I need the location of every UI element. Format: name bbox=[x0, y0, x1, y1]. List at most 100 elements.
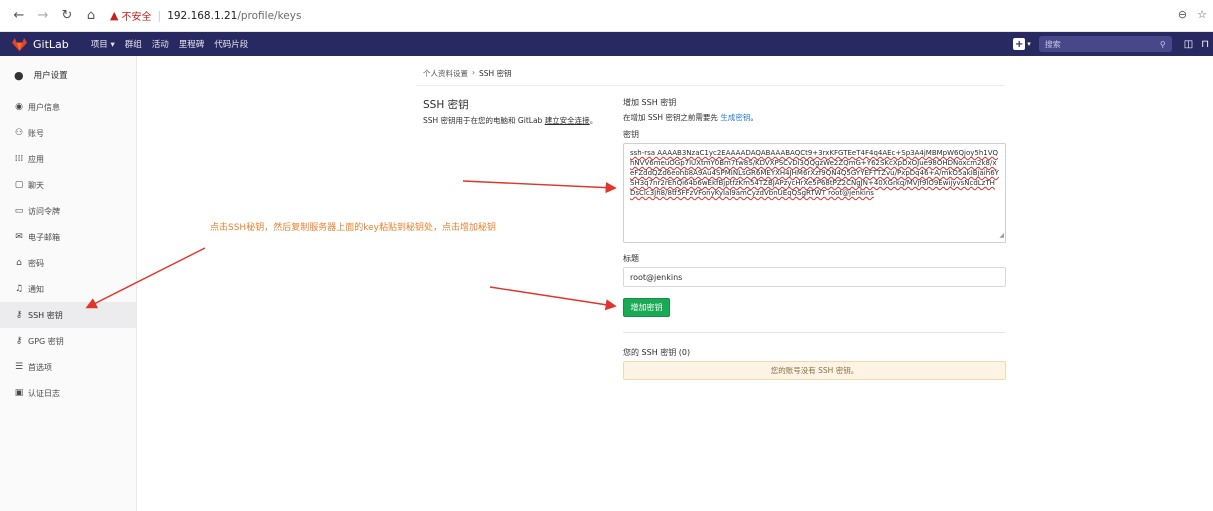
users-icon: ⚇ bbox=[14, 128, 24, 138]
sidebar-item-label: 账号 bbox=[28, 128, 44, 138]
sidebar-item-label: 访问令牌 bbox=[28, 206, 60, 216]
annotation-arrows bbox=[85, 180, 617, 311]
bell-icon: ♫ bbox=[14, 284, 24, 294]
gitlab-fox-icon bbox=[12, 37, 27, 51]
resize-handle-icon[interactable]: ◢ bbox=[999, 231, 1004, 241]
zoom-icon[interactable]: ⊖ bbox=[1178, 8, 1187, 21]
sidebar-item-tokens[interactable]: ▭ 访问令牌 bbox=[0, 198, 136, 224]
page-description: SSH 密钥用于在您的电脑和 GitLab 建立安全连接。 bbox=[423, 115, 605, 126]
title-label: 标题 bbox=[623, 254, 639, 263]
home-icon[interactable]: ⌂ bbox=[80, 5, 102, 27]
sidebar-item-account[interactable]: ⚇ 账号 bbox=[0, 120, 136, 146]
search-placeholder: 搜索 bbox=[1044, 39, 1061, 49]
log-icon: ▣ bbox=[14, 388, 24, 398]
arrow-to-key-field bbox=[462, 180, 617, 194]
merge-request-icon[interactable]: ⊓ bbox=[1201, 39, 1209, 50]
arrow-to-add-button bbox=[489, 286, 617, 311]
sidebar-item-label: 首选项 bbox=[28, 362, 52, 372]
browser-toolbar: ← → ↻ ⌂ ▲ 不安全 | 192.168.1.21/profile/key… bbox=[0, 0, 1213, 32]
desc-prefix: SSH 密钥用于在您的电脑和 GitLab bbox=[423, 116, 545, 125]
forward-arrow-icon[interactable]: → bbox=[32, 5, 54, 27]
user-circle-icon: ◉ bbox=[15, 102, 23, 112]
hint-suffix: 。 bbox=[750, 113, 758, 122]
issues-icon[interactable]: ◫ bbox=[1184, 39, 1193, 50]
bookmark-star-icon[interactable]: ☆ bbox=[1197, 8, 1207, 21]
header-divider bbox=[417, 85, 1005, 86]
warning-icon: ▲ bbox=[110, 9, 119, 22]
page-title: SSH 密钥 bbox=[423, 99, 469, 111]
key-icon: ⚷ bbox=[15, 310, 23, 320]
header-right: + ▾ 搜索 ⚲ ◫ ⊓ bbox=[1013, 32, 1213, 56]
your-keys-heading: 您的 SSH 密钥 (0) bbox=[623, 348, 691, 357]
nav-groups[interactable]: 群组 bbox=[125, 38, 142, 50]
sidebar-item-label: 应用 bbox=[28, 154, 44, 164]
add-key-hint: 在增加 SSH 密钥之前需要先 生成密钥。 bbox=[623, 112, 758, 123]
sidebar-item-notifications[interactable]: ♫ 通知 bbox=[0, 276, 136, 302]
sidebar-context-header: ● 用户设置 bbox=[0, 56, 136, 94]
url-host: 192.168.1.21 bbox=[167, 9, 238, 22]
secure-connection-link[interactable]: 建立安全连接 bbox=[545, 116, 590, 125]
sidebar-item-profile[interactable]: ◉ 用户信息 bbox=[0, 94, 136, 120]
sidebar-item-auth-log[interactable]: ▣ 认证日志 bbox=[0, 380, 136, 406]
key-label: 密钥 bbox=[623, 130, 639, 139]
sidebar-item-gpg-keys[interactable]: ⚷ GPG 密钥 bbox=[0, 328, 136, 354]
breadcrumb: 个人资料设置 › SSH 密钥 bbox=[423, 68, 512, 79]
sidebar-item-label: 聊天 bbox=[28, 180, 44, 190]
sidebar-item-label: 认证日志 bbox=[28, 388, 60, 398]
title-input[interactable]: root@jenkins bbox=[623, 267, 1006, 287]
key-value: ssh-rsa AAAAB3NzaC1yc2EAAAADAQABAAABAQCt… bbox=[630, 149, 999, 197]
hint-prefix: 在增加 SSH 密钥之前需要先 bbox=[623, 113, 721, 122]
nav-milestones[interactable]: 里程碑 bbox=[179, 38, 205, 50]
token-icon: ▭ bbox=[14, 206, 24, 216]
sidebar-item-label: SSH 密钥 bbox=[28, 310, 63, 320]
key-icon: ⚷ bbox=[15, 336, 23, 346]
gitlab-brand: GitLab bbox=[33, 37, 69, 51]
address-bar[interactable]: ▲ 不安全 | 192.168.1.21/profile/keys bbox=[110, 5, 301, 27]
gitlab-header: GitLab 项目 ▾ 群组 活动 里程碑 代码片段 + ▾ 搜索 ⚲ ◫ ⊓ bbox=[0, 32, 1213, 56]
breadcrumb-parent[interactable]: 个人资料设置 bbox=[423, 68, 468, 79]
sidebar-item-label: 密码 bbox=[28, 258, 44, 268]
back-arrow-icon[interactable]: ← bbox=[8, 5, 30, 27]
nav-snippets[interactable]: 代码片段 bbox=[214, 38, 248, 50]
sliders-icon: ☰ bbox=[14, 362, 24, 372]
sidebar-item-preferences[interactable]: ☰ 首选项 bbox=[0, 354, 136, 380]
envelope-icon: ✉ bbox=[15, 232, 23, 242]
sidebar-item-label: 用户信息 bbox=[28, 102, 60, 112]
top-nav: 项目 ▾ 群组 活动 里程碑 代码片段 bbox=[91, 38, 249, 50]
url-separator: | bbox=[157, 9, 162, 22]
form-divider bbox=[623, 332, 1006, 333]
reload-icon[interactable]: ↻ bbox=[56, 5, 78, 27]
insecure-label: 不安全 bbox=[121, 12, 152, 23]
sidebar: ● 用户设置 ◉ 用户信息 ⚇ 账号 ⁞⁞⁞ 应用 ▢ 聊天 ▭ 访问令牌 ✉ 电子邮箱 ⌂… bbox=[0, 56, 137, 511]
url-path: /profile/keys bbox=[237, 9, 302, 22]
key-textarea[interactable]: ssh-rsa AAAAB3NzaC1yc2EAAAADAQABAAABAQCt… bbox=[623, 143, 1006, 243]
annotation-text: 点击SSH秘钥，然后复制服务器上面的key粘贴到秘钥处，点击增加秘钥 bbox=[210, 223, 496, 233]
sidebar-context-title: 用户设置 bbox=[33, 71, 68, 81]
desc-suffix: 。 bbox=[589, 116, 598, 125]
search-icon: ⚲ bbox=[1159, 39, 1166, 49]
chat-icon: ▢ bbox=[14, 180, 24, 190]
breadcrumb-separator: › bbox=[472, 68, 475, 77]
sidebar-item-emails[interactable]: ✉ 电子邮箱 bbox=[0, 224, 136, 250]
browser-actions: ⊖ ☆ bbox=[1178, 8, 1207, 21]
user-icon: ● bbox=[14, 68, 24, 82]
chevron-down-icon[interactable]: ▾ bbox=[1027, 40, 1031, 48]
sidebar-item-label: 通知 bbox=[28, 284, 44, 294]
gitlab-logo[interactable]: GitLab bbox=[12, 37, 69, 51]
lock-icon: ⌂ bbox=[16, 258, 22, 268]
search-input[interactable]: 搜索 ⚲ bbox=[1038, 36, 1172, 52]
sidebar-item-label: 电子邮箱 bbox=[28, 232, 60, 242]
add-key-title: 增加 SSH 密钥 bbox=[623, 98, 677, 107]
nav-projects[interactable]: 项目 ▾ bbox=[91, 38, 115, 50]
add-key-button[interactable]: 增加密钥 bbox=[623, 298, 670, 317]
sidebar-item-applications[interactable]: ⁞⁞⁞ 应用 bbox=[0, 146, 136, 172]
sidebar-item-label: GPG 密钥 bbox=[28, 336, 64, 346]
plus-icon[interactable]: + bbox=[1013, 38, 1026, 50]
sidebar-item-ssh-keys[interactable]: ⚷ SSH 密钥 bbox=[0, 302, 136, 328]
generate-key-link[interactable]: 生成密钥 bbox=[720, 113, 750, 122]
sidebar-item-chat[interactable]: ▢ 聊天 bbox=[0, 172, 136, 198]
grid-icon: ⁞⁞⁞ bbox=[14, 154, 24, 164]
nav-activity[interactable]: 活动 bbox=[152, 38, 169, 50]
breadcrumb-current[interactable]: SSH 密钥 bbox=[479, 68, 512, 79]
sidebar-item-password[interactable]: ⌂ 密码 bbox=[0, 250, 136, 276]
